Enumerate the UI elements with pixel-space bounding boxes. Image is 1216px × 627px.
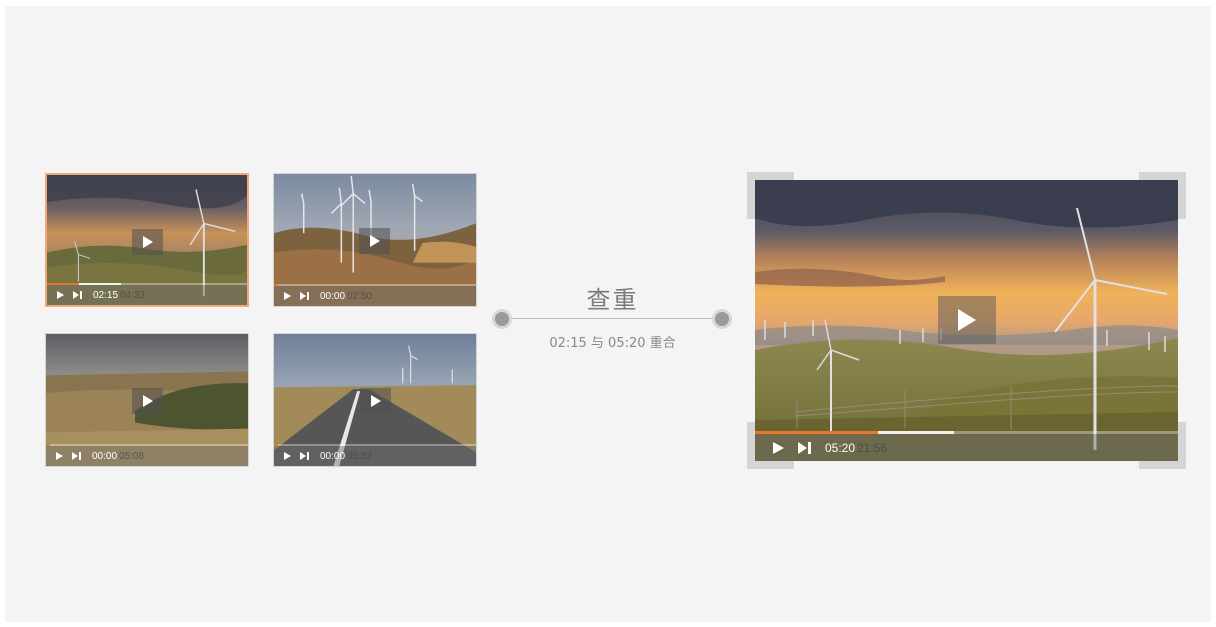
- connector-dot-right: [712, 309, 732, 329]
- duration: 02:50: [347, 290, 373, 302]
- current-time: 00:00: [320, 290, 346, 302]
- skip-next-icon[interactable]: [72, 452, 81, 460]
- connector-line: [502, 318, 724, 319]
- play-icon: [370, 395, 381, 407]
- duration: 04:32: [120, 289, 146, 301]
- current-time: 05:20: [825, 440, 856, 455]
- video-thumbnail-2[interactable]: 00:00 02:50: [273, 173, 477, 307]
- skip-next-icon[interactable]: [798, 441, 811, 454]
- play-overlay-button[interactable]: [938, 296, 996, 344]
- play-icon: [369, 235, 380, 247]
- play-overlay-button[interactable]: [132, 388, 163, 414]
- play-icon: [958, 309, 976, 331]
- control-bar: 00:00 05:52: [274, 446, 476, 466]
- current-time: 00:00: [320, 450, 346, 462]
- video-thumbnail-4[interactable]: 00:00 05:52: [273, 333, 477, 467]
- video-thumbnail-1[interactable]: 02:15 04:32: [45, 173, 249, 307]
- duration: 21:56: [857, 440, 888, 455]
- duration: 05:52: [347, 450, 373, 462]
- control-bar: 00:00 05:08: [46, 446, 248, 466]
- connector-dot-left: [492, 309, 512, 329]
- video-thumbnail-3[interactable]: 00:00 05:08: [45, 333, 249, 467]
- play-icon[interactable]: [284, 452, 291, 460]
- play-icon[interactable]: [284, 292, 291, 300]
- control-bar: 00:00 02:50: [274, 286, 476, 306]
- selection-corner: [747, 172, 755, 219]
- duplicate-check-title: 查重: [586, 286, 639, 314]
- play-icon[interactable]: [57, 291, 64, 299]
- play-overlay-button[interactable]: [359, 228, 390, 254]
- play-icon[interactable]: [56, 452, 63, 460]
- control-bar: 05:20 21:56: [755, 434, 1178, 461]
- play-overlay-button[interactable]: [360, 388, 391, 414]
- selection-corner: [1178, 172, 1186, 219]
- duration: 05:08: [119, 450, 145, 462]
- current-time: 00:00: [92, 450, 118, 462]
- skip-next-icon[interactable]: [73, 291, 82, 299]
- control-bar: 02:15 04:32: [47, 285, 247, 305]
- selection-corner: [747, 422, 755, 469]
- selection-corner: [1178, 422, 1186, 469]
- current-time: 02:15: [93, 289, 119, 301]
- skip-next-icon[interactable]: [300, 452, 309, 460]
- main-video-player[interactable]: 05:20 21:56: [755, 180, 1178, 461]
- overlap-description: 02:15 与 05:20 重合: [549, 336, 676, 351]
- play-overlay-button[interactable]: [132, 229, 163, 255]
- play-icon[interactable]: [773, 441, 784, 454]
- play-icon: [142, 236, 153, 248]
- skip-next-icon[interactable]: [300, 292, 309, 300]
- play-icon: [142, 395, 153, 407]
